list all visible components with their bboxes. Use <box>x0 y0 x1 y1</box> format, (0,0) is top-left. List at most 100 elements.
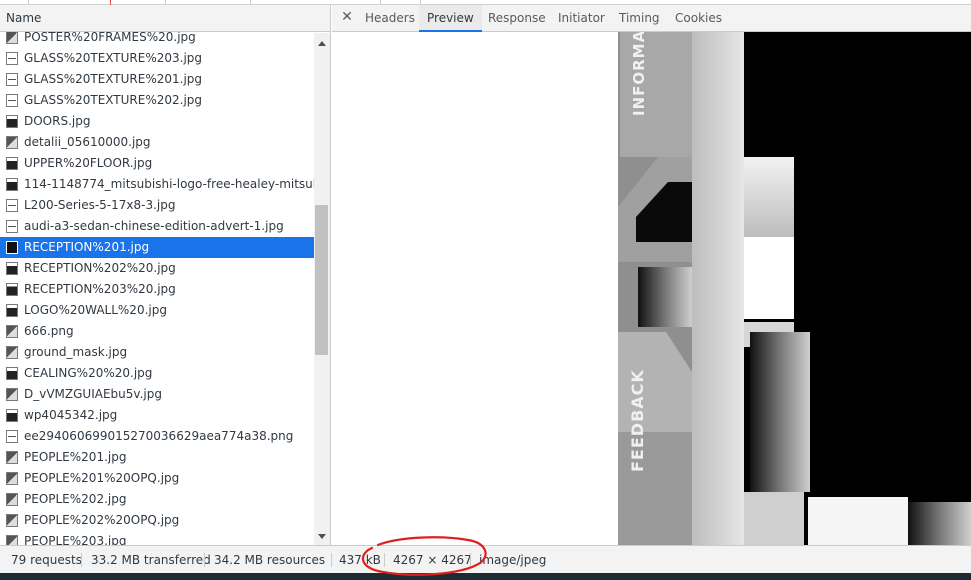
status-divider <box>81 553 82 567</box>
request-list-item[interactable]: DOORS.jpg <box>0 111 314 132</box>
image-file-icon <box>6 262 18 275</box>
image-file-icon <box>6 199 18 212</box>
status-divider <box>470 553 471 567</box>
image-file-icon <box>6 136 18 149</box>
request-list-item[interactable]: audi-a3-sedan-chinese-edition-advert-1.j… <box>0 216 314 237</box>
status-divider <box>204 553 205 567</box>
image-file-icon <box>6 31 18 44</box>
request-file-name: UPPER%20FLOOR.jpg <box>24 156 153 170</box>
request-list-item[interactable]: L200-Series-5-17x8-3.jpg <box>0 195 314 216</box>
preview-text-bottom: FEEDBACK <box>628 369 647 472</box>
tab-initiator[interactable]: Initiator <box>550 5 613 32</box>
detail-tab-bar: ✕ Headers Preview Response Initiator Tim… <box>332 5 971 32</box>
image-file-icon <box>6 367 18 380</box>
request-list-item[interactable]: PEOPLE%203.jpg <box>0 531 314 545</box>
image-file-icon <box>6 178 18 191</box>
bottom-edge-strip <box>0 573 971 580</box>
close-icon[interactable]: ✕ <box>340 10 354 24</box>
request-list-item[interactable]: GLASS%20TEXTURE%202.jpg <box>0 90 314 111</box>
image-file-icon <box>6 451 18 464</box>
request-file-name: CEALING%20%20.jpg <box>24 366 153 380</box>
request-list-panel: POSTER%20FRAMES%20.jpg GLASS%20TEXTURE%20… <box>0 5 331 545</box>
request-list: POSTER%20FRAMES%20.jpg GLASS%20TEXTURE%20… <box>0 27 314 545</box>
request-file-name: wp4045342.jpg <box>24 408 118 422</box>
preview-text-top: INFORMAT <box>630 32 648 116</box>
image-file-icon <box>6 283 18 296</box>
image-dimensions: 4267 × 4267 <box>393 553 472 567</box>
request-list-scrollbar[interactable] <box>314 33 330 545</box>
request-list-item[interactable]: PEOPLE%202%20OPQ.jpg <box>0 510 314 531</box>
image-size: 437 kB <box>339 553 381 567</box>
transferred-size: 33.2 MB transferred <box>91 553 211 567</box>
request-list-item[interactable]: PEOPLE%201.jpg <box>0 447 314 468</box>
request-count: 79 requests <box>11 553 82 567</box>
request-file-name: GLASS%20TEXTURE%201.jpg <box>24 72 203 86</box>
request-list-item[interactable]: wp4045342.jpg <box>0 405 314 426</box>
tab-timing[interactable]: Timing <box>611 5 668 32</box>
image-file-icon <box>6 241 18 254</box>
request-list-item[interactable]: LOGO%20WALL%20.jpg <box>0 300 314 321</box>
image-file-icon <box>6 73 18 86</box>
image-file-icon <box>6 430 18 443</box>
request-file-name: ground_mask.jpg <box>24 345 128 359</box>
request-file-name: PEOPLE%201.jpg <box>24 450 127 464</box>
request-file-name: audi-a3-sedan-chinese-edition-advert-1.j… <box>24 219 284 233</box>
tab-headers[interactable]: Headers <box>357 5 423 32</box>
image-file-icon <box>6 220 18 233</box>
request-list-item[interactable]: UPPER%20FLOOR.jpg <box>0 153 314 174</box>
request-list-item[interactable]: PEOPLE%201%20OPQ.jpg <box>0 468 314 489</box>
request-file-name: PEOPLE%203.jpg <box>24 534 127 545</box>
request-file-name: PEOPLE%201%20OPQ.jpg <box>24 471 180 485</box>
request-file-name: RECEPTION%203%20.jpg <box>24 282 176 296</box>
image-file-icon <box>6 52 18 65</box>
image-file-icon <box>6 325 18 338</box>
request-file-name: LOGO%20WALL%20.jpg <box>24 303 167 317</box>
request-file-name: ee294060699015270036629aea774a38.png <box>24 429 294 443</box>
scroll-down-arrow-icon[interactable] <box>318 534 326 539</box>
resources-size: 34.2 MB resources <box>214 553 326 567</box>
request-file-name: RECEPTION%201.jpg <box>24 240 150 254</box>
request-list-item[interactable]: D_vVMZGUIAEbu5v.jpg <box>0 384 314 405</box>
status-bar: 79 requests 33.2 MB transferred 34.2 MB … <box>0 545 971 573</box>
request-file-name: detalii_05610000.jpg <box>24 135 151 149</box>
image-file-icon <box>6 388 18 401</box>
request-file-name: D_vVMZGUIAEbu5v.jpg <box>24 387 162 401</box>
request-list-item[interactable]: RECEPTION%202%20.jpg <box>0 258 314 279</box>
tab-cookies[interactable]: Cookies <box>667 5 730 32</box>
request-file-name: 666.png <box>24 324 74 338</box>
request-list-item[interactable]: RECEPTION%201.jpg <box>0 237 314 258</box>
request-file-name: GLASS%20TEXTURE%203.jpg <box>24 51 203 65</box>
image-file-icon <box>6 157 18 170</box>
status-divider <box>331 553 332 567</box>
request-list-item[interactable]: ground_mask.jpg <box>0 342 314 363</box>
request-list-item[interactable]: 666.png <box>0 321 314 342</box>
tab-preview[interactable]: Preview <box>419 5 482 32</box>
name-column-header[interactable]: Name <box>0 5 330 32</box>
scroll-up-arrow-icon[interactable] <box>318 41 326 46</box>
request-file-name: RECEPTION%202%20.jpg <box>24 261 176 275</box>
request-list-item[interactable]: 114-1148774_mitsubishi-logo-free-healey-… <box>0 174 314 195</box>
image-file-icon <box>6 514 18 527</box>
request-file-name: L200-Series-5-17x8-3.jpg <box>24 198 176 212</box>
status-divider <box>384 553 385 567</box>
tab-response[interactable]: Response <box>480 5 554 32</box>
request-file-name: DOORS.jpg <box>24 114 91 128</box>
request-list-item[interactable]: RECEPTION%203%20.jpg <box>0 279 314 300</box>
image-file-icon <box>6 304 18 317</box>
image-mime-type: image/jpeg <box>479 553 547 567</box>
request-list-item[interactable]: detalii_05610000.jpg <box>0 132 314 153</box>
preview-image: INFORMAT FEEDBACK <box>618 32 971 545</box>
request-file-name: POSTER%20FRAMES%20.jpg <box>24 30 196 44</box>
request-list-item[interactable]: GLASS%20TEXTURE%203.jpg <box>0 48 314 69</box>
image-file-icon <box>6 115 18 128</box>
request-list-item[interactable]: PEOPLE%202.jpg <box>0 489 314 510</box>
image-file-icon <box>6 346 18 359</box>
request-list-item[interactable]: ee294060699015270036629aea774a38.png <box>0 426 314 447</box>
scroll-thumb[interactable] <box>315 205 328 355</box>
image-file-icon <box>6 472 18 485</box>
request-file-name: PEOPLE%202%20OPQ.jpg <box>24 513 180 527</box>
image-file-icon <box>6 409 18 422</box>
request-list-item[interactable]: GLASS%20TEXTURE%201.jpg <box>0 69 314 90</box>
image-file-icon <box>6 94 18 107</box>
request-list-item[interactable]: CEALING%20%20.jpg <box>0 363 314 384</box>
